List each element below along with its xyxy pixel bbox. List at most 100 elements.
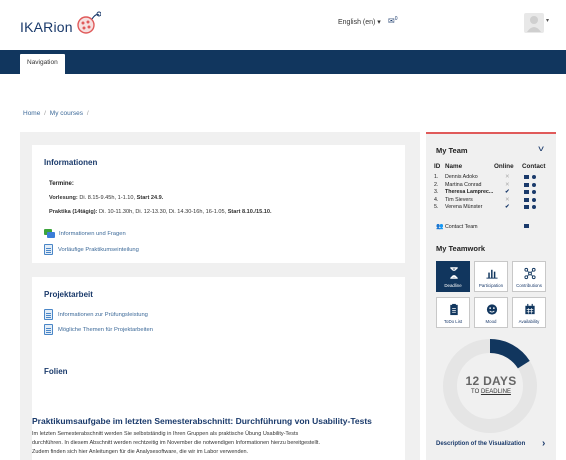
member-id: 5. <box>434 204 439 210</box>
tile-label: ToDo List <box>443 319 463 324</box>
member-name[interactable]: Tim Sievers <box>445 197 473 203</box>
termine-label: Termine: <box>49 181 74 187</box>
main-navbar: Navigation <box>0 50 566 74</box>
document-icon <box>44 244 53 255</box>
breadcrumb-home[interactable]: Home <box>23 110 40 117</box>
section-title: Projektarbeit <box>44 290 93 299</box>
tile-todo-list[interactable]: ToDo List <box>436 297 470 328</box>
description-link[interactable]: Description of the Visualization <box>436 441 525 447</box>
praktikum-line: Im letzten Semesterabschnitt werden Sie … <box>32 431 299 437</box>
contact-team-link[interactable]: 👥 Contact Team <box>436 223 478 230</box>
chevron-down-icon[interactable]: v <box>538 144 544 153</box>
chat-icon[interactable] <box>532 190 536 194</box>
envelope-icon: ✉ <box>388 16 395 26</box>
breadcrumb-my-courses[interactable]: My courses <box>50 110 83 117</box>
mail-icon[interactable] <box>524 182 529 187</box>
themen-link[interactable]: Mögliche Themen für Projektarbeiten <box>44 324 153 335</box>
page-header: IKARion English (en) ▾ ✉0 ▾ <box>0 0 566 50</box>
chat-icon[interactable] <box>532 182 536 187</box>
tile-label: Mood <box>485 319 497 324</box>
forum-link-label: Informationen und Fragen <box>59 230 126 237</box>
member-name[interactable]: Theresa Lamprec... <box>445 189 493 195</box>
chat-icon[interactable] <box>532 175 536 179</box>
online-check-icon: ✔ <box>505 189 510 195</box>
language-menu[interactable]: English (en) ▾ <box>338 18 381 26</box>
forum-link[interactable]: Informationen und Fragen <box>44 229 126 238</box>
tile-label: Availability <box>518 319 540 324</box>
tab-navigation[interactable]: Navigation <box>20 54 65 74</box>
themen-label: Mögliche Themen für Projektarbeiten <box>58 326 153 333</box>
group-icon: 👥 <box>436 224 444 230</box>
document-icon <box>44 324 53 335</box>
praktika-line: Praktika (14tägig): Di. 10-11.30h, Di. 1… <box>49 209 272 215</box>
breadcrumb: Home / My courses / <box>23 110 91 117</box>
my-teamwork-title: My Teamwork <box>436 244 486 253</box>
tile-label: Participation <box>478 283 504 288</box>
online-check-icon: ✔ <box>505 204 510 210</box>
col-contact: Contact <box>522 163 546 170</box>
mail-icon[interactable] <box>524 190 529 194</box>
network-icon <box>524 267 536 280</box>
vorlesung-text: Di. 8.15-9.45h, 1-1.10, <box>77 195 137 201</box>
tile-mood[interactable]: Mood <box>474 297 508 328</box>
offline-x-icon: ✕ <box>505 181 510 188</box>
user-avatar[interactable] <box>524 13 544 33</box>
team-member-row: 2. Martina Conrad ✕ <box>426 182 556 189</box>
praktikum-title: Praktikumsaufgabe im letzten Semesterabs… <box>32 416 372 426</box>
mail-icon[interactable] <box>524 175 529 179</box>
section-projektarbeit: Projektarbeit Informationen zur Prüfungs… <box>32 277 405 357</box>
team-member-row: 3. Theresa Lamprec... ✔ <box>426 189 556 196</box>
offline-x-icon: ✕ <box>505 196 510 203</box>
praktika-label: Praktika (14tägig): <box>49 209 98 215</box>
section-informationen: Informationen Termine: Vorlesung: Di. 8.… <box>32 145 405 263</box>
my-team-title: My Team <box>436 146 468 155</box>
member-id: 3. <box>434 189 439 195</box>
praktikum-description: Im letzten Semesterabschnitt werden Sie … <box>32 430 412 457</box>
messages-badge: 0 <box>394 16 398 22</box>
document-icon <box>44 309 53 320</box>
smiley-icon <box>486 304 498 315</box>
member-id: 4. <box>434 196 439 203</box>
praktikum-line: Zudem finden sich hier Anleitungen für d… <box>32 449 249 455</box>
tile-label: Contributions <box>516 283 542 288</box>
messages-menu[interactable]: ✉0 <box>388 16 397 26</box>
pruefungsleistung-label: Informationen zur Prüfungsleistung <box>58 311 148 318</box>
chevron-right-icon[interactable]: › <box>542 438 545 449</box>
logo-text: IKARion <box>20 19 73 35</box>
member-name[interactable]: Verena Münster <box>445 204 482 210</box>
tile-deadline[interactable]: Deadline <box>436 261 470 292</box>
user-silhouette-icon <box>527 16 541 32</box>
tile-label: Deadline <box>444 283 462 288</box>
tile-availability[interactable]: Availability <box>512 297 546 328</box>
chat-icon[interactable] <box>532 205 536 209</box>
team-member-row: 4. Tim Sievers ✕ <box>426 197 556 204</box>
tile-contributions[interactable]: Contributions <box>512 261 546 292</box>
col-id: ID <box>434 163 441 170</box>
member-name[interactable]: Dennis Adoko <box>445 174 478 180</box>
vorlesung-label: Vorlesung: <box>49 195 78 201</box>
vorlesung-line: Vorlesung: Di. 8.15-9.45h, 1-1.10, Start… <box>49 195 163 201</box>
pruefungsleistung-link[interactable]: Informationen zur Prüfungsleistung <box>44 309 148 320</box>
mail-icon[interactable] <box>524 205 529 209</box>
chat-icon[interactable] <box>532 197 536 202</box>
user-menu-caret[interactable]: ▾ <box>546 17 549 24</box>
mail-icon[interactable] <box>524 197 529 202</box>
deadline-days: 12 DAYS <box>465 374 517 388</box>
member-id: 1. <box>434 174 439 180</box>
member-name[interactable]: Martina Conrad <box>445 182 482 188</box>
tile-participation[interactable]: Participation <box>474 261 508 292</box>
praktikumseinteilung-link[interactable]: Vorläufige Praktikumseinteilung <box>44 244 139 255</box>
section-title: Informationen <box>44 158 98 167</box>
section-title: Folien <box>44 367 68 376</box>
site-logo[interactable]: IKARion <box>20 11 101 40</box>
contact-team-mail-icon[interactable] <box>524 224 529 228</box>
member-id: 2. <box>434 181 439 188</box>
offline-x-icon: ✕ <box>505 174 510 180</box>
deadline-word: DEADLINE <box>480 389 511 395</box>
team-member-row: 1. Dennis Adoko ✕ <box>426 174 556 181</box>
col-name: Name <box>445 163 463 170</box>
team-member-row: 5. Verena Münster ✔ <box>426 204 556 211</box>
praktika-text: Di. 10-11.30h, Di. 12-13.30, Di. 14.30-1… <box>97 209 228 215</box>
praktika-start: Start 8.10./15.10. <box>227 209 272 215</box>
vorlesung-start: Start 24.9. <box>136 195 164 201</box>
